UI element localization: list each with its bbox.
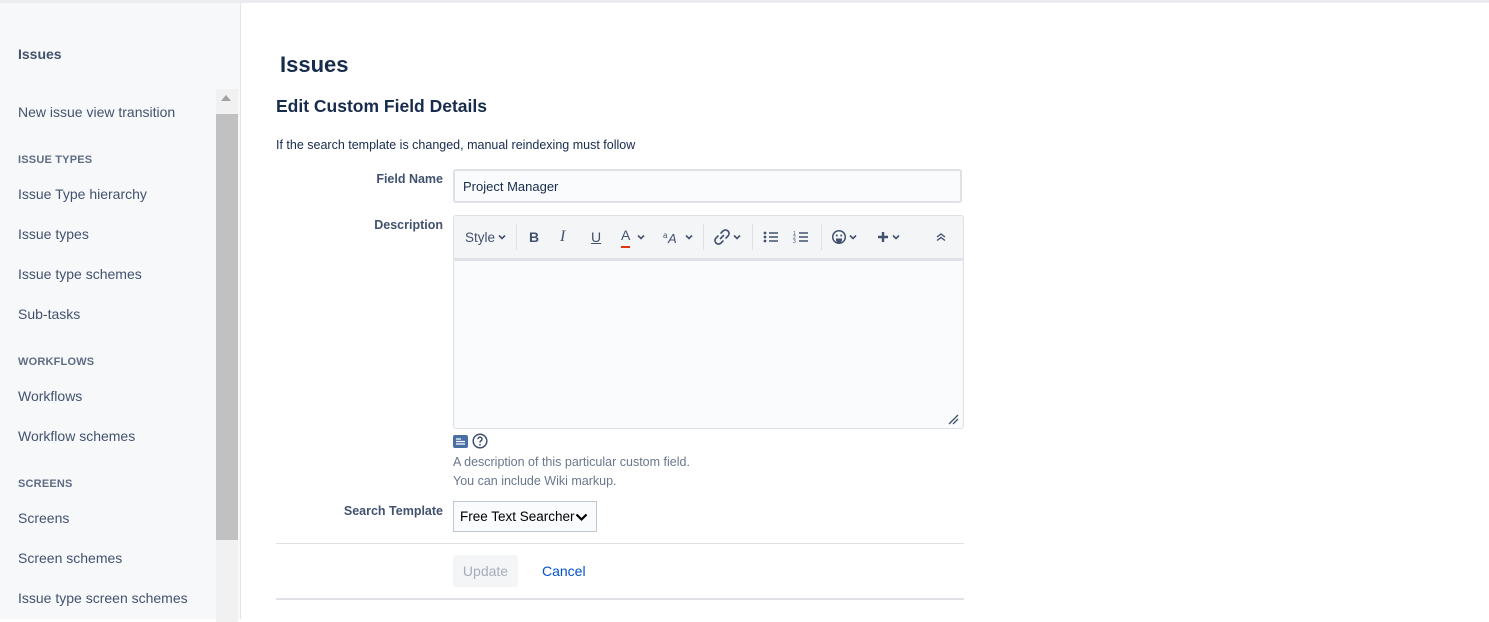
scrollbar-thumb[interactable] [216, 114, 238, 540]
insert-more-button[interactable] [876, 227, 901, 247]
emoji-icon [831, 229, 847, 245]
style-dropdown[interactable]: Style [465, 227, 507, 247]
underline-button[interactable]: U [591, 227, 601, 247]
reindex-note: If the search template is changed, manua… [276, 138, 636, 152]
sidebar-section-workflows: WORKFLOWS [18, 356, 95, 368]
toolbar-separator [752, 224, 753, 250]
italic-button[interactable]: I [560, 227, 565, 247]
form-divider [276, 543, 964, 544]
search-template-select[interactable]: Free Text Searcher [453, 501, 597, 532]
sidebar-item-issue-type-screen-schemes[interactable]: Issue type screen schemes [18, 590, 188, 606]
sidebar-scrollbar[interactable] [216, 89, 238, 622]
field-name-input[interactable] [453, 169, 962, 203]
numbered-list-icon: 123 [793, 231, 808, 244]
sidebar-item-issue-types[interactable]: Issue types [18, 226, 89, 242]
bold-icon: B [529, 229, 540, 245]
search-template-label: Search Template [343, 504, 443, 518]
editor-toolbar: Style B I U A aA 123 [454, 216, 963, 260]
link-button[interactable] [713, 227, 742, 247]
chevron-down-icon [685, 234, 693, 240]
link-icon [714, 229, 730, 245]
text-effects-icon: aA [663, 231, 677, 244]
sidebar-item-sub-tasks[interactable]: Sub-tasks [18, 306, 80, 322]
toolbar-separator [821, 224, 822, 250]
insert-more-icon [878, 232, 888, 242]
sidebar-item-screens[interactable]: Screens [18, 510, 69, 526]
toolbar-separator [516, 224, 517, 250]
sidebar-item-workflows[interactable]: Workflows [18, 388, 82, 404]
collapse-toolbar-button[interactable] [935, 227, 947, 247]
chevron-down-icon [575, 513, 588, 522]
sidebar-section-issue-types: ISSUE TYPES [18, 154, 93, 166]
sidebar-section-screens: SCREENS [18, 478, 73, 490]
bullet-list-icon [763, 231, 778, 243]
form-title: Edit Custom Field Details [276, 96, 487, 116]
update-button[interactable]: Update [453, 555, 518, 587]
wiki-markup-icon[interactable] [453, 434, 468, 448]
bold-button[interactable]: B [529, 227, 539, 247]
sidebar-item-new-issue-view-transition[interactable]: New issue view transition [18, 104, 175, 120]
search-template-value: Free Text Searcher [460, 509, 575, 524]
sidebar-item-issue-type-hierarchy[interactable]: Issue Type hierarchy [18, 186, 147, 202]
bullet-list-button[interactable] [763, 227, 779, 247]
sidebar-item-workflow-schemes[interactable]: Workflow schemes [18, 428, 135, 444]
chevron-down-icon [498, 234, 506, 240]
chevron-down-icon [637, 234, 645, 240]
page-title: Issues [280, 52, 349, 77]
svg-text:3: 3 [793, 239, 796, 244]
style-dropdown-label: Style [465, 229, 496, 245]
help-icon[interactable] [472, 433, 488, 449]
sidebar-item-screen-schemes[interactable]: Screen schemes [18, 550, 122, 566]
field-name-label: Field Name [376, 172, 443, 186]
numbered-list-button[interactable]: 123 [793, 227, 809, 247]
chevron-down-icon [892, 234, 900, 240]
editor-helper-icons [453, 433, 488, 449]
form-bottom-divider [276, 598, 964, 600]
cancel-link[interactable]: Cancel [542, 563, 586, 579]
svg-text:A: A [667, 231, 677, 244]
scroll-up-arrow-icon[interactable] [221, 95, 231, 101]
italic-icon: I [560, 228, 566, 245]
description-label: Description [374, 218, 443, 232]
collapse-toolbar-icon [936, 233, 946, 242]
text-color-button[interactable]: A [621, 227, 646, 248]
toolbar-separator [703, 224, 704, 250]
description-editor: Style B I U A aA 123 [453, 215, 964, 429]
text-effects-button[interactable]: aA [663, 227, 694, 247]
resize-handle-icon[interactable] [947, 413, 959, 425]
wiki-markup-help-text: You can include Wiki markup. [453, 474, 617, 488]
chevron-down-icon [849, 234, 857, 240]
description-help-text: A description of this particular custom … [453, 455, 690, 469]
underline-icon: U [591, 229, 602, 245]
sidebar-title: Issues [18, 46, 62, 62]
text-color-icon: A [621, 227, 631, 248]
description-textarea[interactable] [455, 260, 962, 428]
sidebar: Issues New issue view transition ISSUE T… [0, 3, 241, 622]
sidebar-item-issue-type-schemes[interactable]: Issue type schemes [18, 266, 142, 282]
chevron-down-icon [733, 234, 741, 240]
emoji-button[interactable] [831, 227, 858, 247]
